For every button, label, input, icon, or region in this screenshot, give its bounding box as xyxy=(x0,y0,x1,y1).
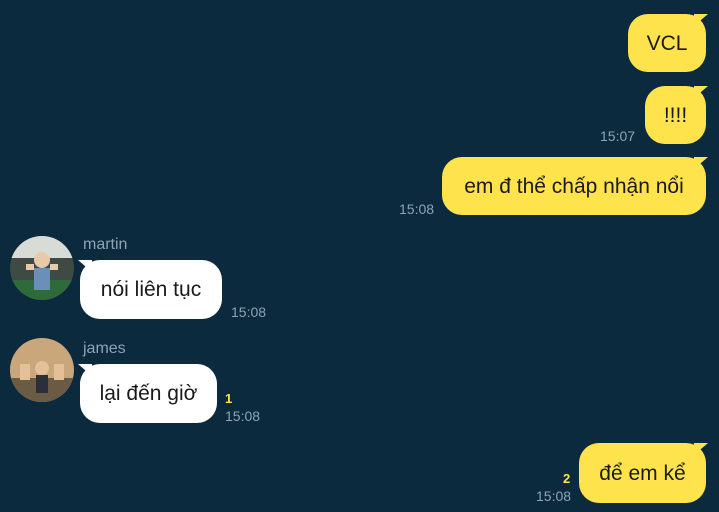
message-bubble-de-em-ke[interactable]: để em kể xyxy=(579,443,708,503)
message-text: em đ thể chấp nhận nổi xyxy=(464,174,684,198)
unread-count: 1 xyxy=(225,391,233,406)
message-bubble-exclaim[interactable]: !!!! xyxy=(645,86,708,144)
message-timestamp: 15:08 xyxy=(231,304,267,320)
message-text: để em kể xyxy=(599,461,686,485)
avatar-james[interactable] xyxy=(10,338,74,402)
sender-name: james xyxy=(83,340,126,357)
message-bubble-noi-lien-tuc[interactable]: nói liên tục xyxy=(78,260,222,319)
message-text: nói liên tục xyxy=(100,278,202,301)
message-timestamp: 15:08 xyxy=(225,408,261,424)
sender-name: martin xyxy=(83,236,128,253)
message-timestamp: 15:07 xyxy=(600,128,636,144)
message-text: lại đến giờ xyxy=(99,382,198,405)
message-bubble-lai-den-gio[interactable]: lại đến giờ xyxy=(78,364,217,423)
avatar-martin[interactable] xyxy=(10,236,74,300)
unread-count: 2 xyxy=(563,471,571,486)
message-text: !!!! xyxy=(663,103,688,127)
message-text: VCL xyxy=(646,31,688,55)
message-bubble-chap-nhan[interactable]: em đ thể chấp nhận nổi xyxy=(442,157,708,215)
message-timestamp: 15:08 xyxy=(536,488,572,504)
message-bubble-vcl[interactable]: VCL xyxy=(628,14,708,72)
message-timestamp: 15:08 xyxy=(399,201,435,217)
